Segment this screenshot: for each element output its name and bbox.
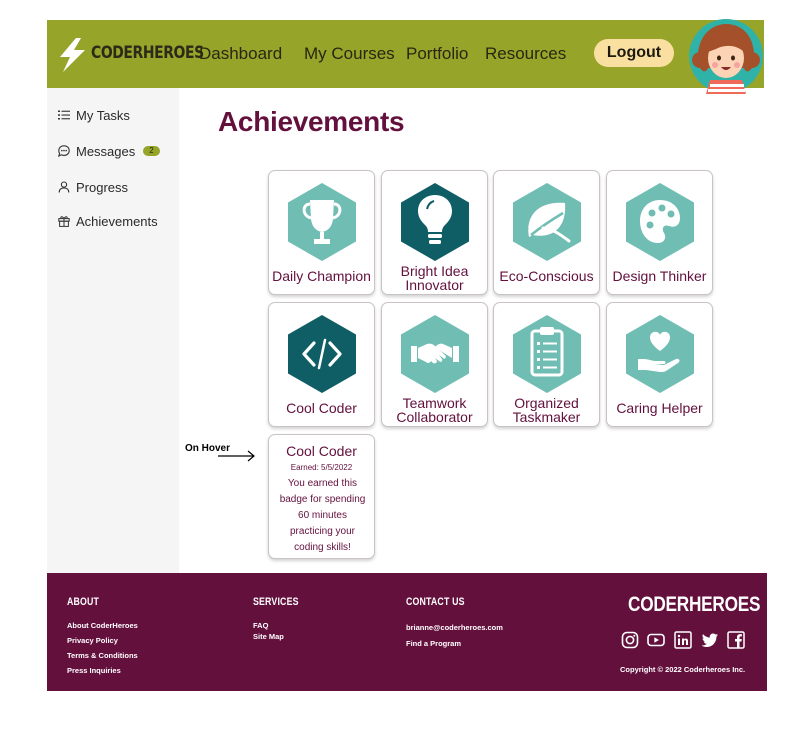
- sidebar-item-achievements[interactable]: Achievements: [58, 211, 158, 231]
- brand-logo-text[interactable]: CODERHEROES: [91, 43, 204, 63]
- hover-card-title: Cool Coder: [286, 443, 357, 459]
- top-header: CODERHEROES Dashboard My Courses Portfol…: [47, 19, 764, 94]
- youtube-icon[interactable]: [647, 631, 665, 649]
- leaf-icon: [513, 183, 581, 261]
- clipboard-icon: [513, 315, 581, 393]
- arrow-right-icon: [218, 450, 255, 462]
- footer-brand: CODERHEROES: [628, 593, 761, 616]
- sidebar-item-messages[interactable]: Messages 2: [58, 141, 160, 161]
- hover-card-description: You earned this badge for spending 60 mi…: [279, 478, 366, 553]
- site-footer: ABOUT About CoderHeroes Privacy Policy T…: [47, 573, 767, 691]
- badge-card-organized-taskmaker[interactable]: Organized Taskmaker: [493, 302, 600, 427]
- sidebar-item-progress[interactable]: Progress: [58, 177, 128, 197]
- message-count-badge: 2: [143, 146, 160, 156]
- badge-label: Bright Idea Innovator: [400, 263, 469, 293]
- trophy-icon: [288, 183, 356, 261]
- badge-label: Cool Coder: [286, 400, 357, 416]
- page-title: Achievements: [218, 106, 405, 137]
- badge-card-design-thinker[interactable]: Design Thinker: [606, 170, 713, 295]
- badge-card-caring-helper[interactable]: Caring Helper: [606, 302, 713, 427]
- footer-link-privacy-policy[interactable]: Privacy Policy: [67, 636, 118, 645]
- footer-contact-heading: CONTACT US: [406, 596, 465, 608]
- instagram-icon[interactable]: [621, 631, 639, 649]
- lightbulb-icon: [401, 183, 469, 261]
- heart-hand-icon: [626, 315, 694, 393]
- footer-link-press-inquiries[interactable]: Press Inquiries: [67, 666, 121, 675]
- lightning-bolt-icon: [60, 38, 85, 72]
- avatar[interactable]: [688, 18, 764, 94]
- footer-services-heading: SERVICES: [253, 596, 299, 608]
- logout-button[interactable]: Logout: [594, 39, 674, 67]
- footer-link-find-a-program[interactable]: Find a Program: [406, 639, 461, 648]
- facebook-icon[interactable]: [727, 631, 745, 649]
- footer-link-site-map[interactable]: Site Map: [253, 632, 284, 641]
- badge-label: Daily Champion: [272, 268, 371, 284]
- nav-portfolio[interactable]: Portfolio: [406, 44, 468, 64]
- footer-link-about-coderheroes[interactable]: About CoderHeroes: [67, 621, 138, 630]
- footer-link-terms[interactable]: Terms & Conditions: [67, 651, 138, 660]
- sidebar-item-label: Achievements: [76, 213, 158, 229]
- twitter-icon[interactable]: [701, 631, 719, 649]
- sidebar-item-label: Messages: [76, 143, 136, 159]
- list-icon: [58, 110, 70, 120]
- footer-link-faq[interactable]: FAQ: [253, 621, 268, 630]
- handshake-icon: [401, 315, 469, 393]
- sidebar-item-label: My Tasks: [76, 107, 130, 123]
- linkedin-icon[interactable]: [674, 631, 692, 649]
- chat-icon: [58, 145, 70, 157]
- user-icon: [58, 181, 70, 193]
- sidebar-item-my-tasks[interactable]: My Tasks: [58, 105, 130, 125]
- nav-resources[interactable]: Resources: [485, 44, 566, 64]
- badge-card-daily-champion[interactable]: Daily Champion: [268, 170, 375, 295]
- badge-card-cool-coder[interactable]: Cool Coder: [268, 302, 375, 427]
- footer-about-heading: ABOUT: [67, 596, 100, 608]
- sidebar: My Tasks Messages 2 Progress Achievement…: [47, 88, 179, 573]
- badge-hover-card[interactable]: Cool Coder Earned: 5/5/2022 You earned t…: [268, 434, 375, 559]
- code-icon: [288, 315, 356, 393]
- badge-label: Teamwork Collaborator: [396, 395, 473, 425]
- badge-label: Caring Helper: [616, 400, 703, 416]
- badge-label: Eco-Conscious: [499, 268, 594, 284]
- hover-card-earned-date: Earned: 5/5/2022: [290, 463, 353, 472]
- badge-card-bright-idea-innovator[interactable]: Bright Idea Innovator: [381, 170, 488, 295]
- gift-icon: [58, 216, 70, 227]
- footer-link-email[interactable]: brianne@coderheroes.com: [406, 623, 503, 632]
- badge-card-eco-conscious[interactable]: Eco-Conscious: [493, 170, 600, 295]
- nav-my-courses[interactable]: My Courses: [304, 44, 395, 64]
- badge-label: Organized Taskmaker: [512, 395, 581, 425]
- copyright-text: Copyright © 2022 Coderheroes Inc.: [620, 665, 746, 674]
- sidebar-item-label: Progress: [76, 179, 129, 195]
- nav-dashboard[interactable]: Dashboard: [199, 44, 282, 64]
- badge-card-teamwork-collaborator[interactable]: Teamwork Collaborator: [381, 302, 488, 427]
- badge-label: Design Thinker: [612, 268, 707, 284]
- palette-icon: [626, 183, 694, 261]
